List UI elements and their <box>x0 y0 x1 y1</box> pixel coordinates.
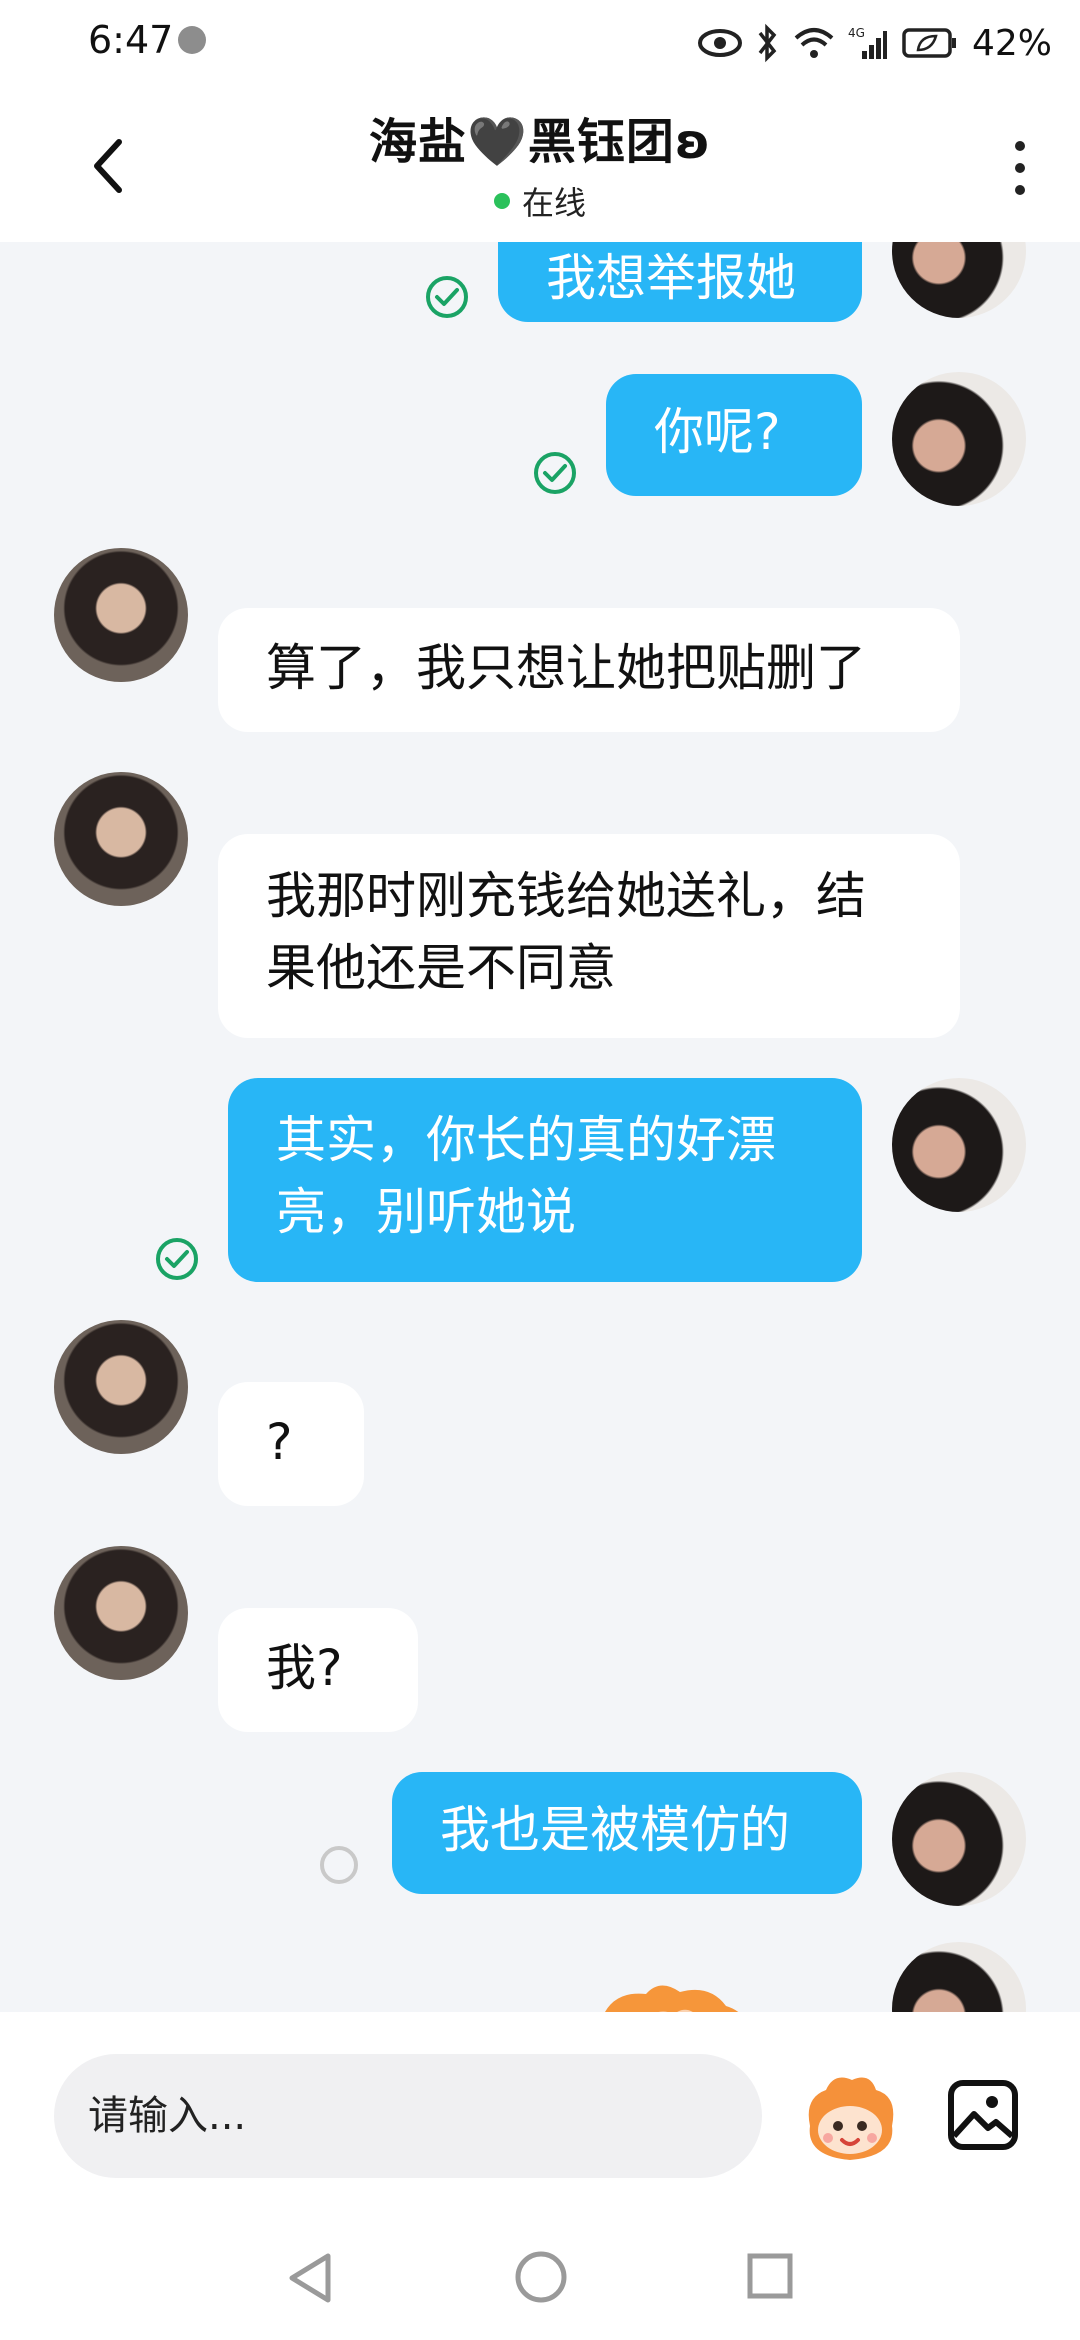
message-bubble-incoming[interactable]: ? <box>218 1382 364 1506</box>
message-text: 我也是被模仿的 <box>440 1801 790 1859</box>
eye-icon <box>697 29 742 57</box>
wifi-icon <box>794 28 834 58</box>
status-icons: 4G 42% <box>697 20 1052 66</box>
emoji-sticker-icon[interactable] <box>800 2068 900 2168</box>
battery-percent: 42% <box>971 22 1052 64</box>
network-type: 4G <box>848 26 865 40</box>
battery-icon <box>902 28 956 58</box>
back-arrow-icon <box>94 139 122 193</box>
message-bubble-incoming[interactable]: 我? <box>218 1608 418 1732</box>
message-text: 我? <box>266 1639 343 1697</box>
message-text: 其实，你长的真的好漂 <box>276 1111 776 1169</box>
nav-back-icon[interactable] <box>286 2252 334 2304</box>
more-options-button[interactable] <box>1000 128 1040 208</box>
contact-avatar[interactable] <box>54 1320 188 1454</box>
image-icon[interactable] <box>946 2078 1020 2152</box>
online-dot-icon <box>493 193 510 209</box>
message-text: 算了，我只想让她把贴删了 <box>266 639 866 697</box>
more-vert-dot <box>1015 163 1025 173</box>
message-bubble-incoming[interactable]: 算了，我只想让她把贴删了 <box>218 608 960 732</box>
message-input-bar <box>0 2012 1080 2212</box>
system-nav-bar <box>0 2212 1080 2340</box>
contact-avatar[interactable] <box>54 772 188 906</box>
message-text: ? <box>266 1413 293 1471</box>
signal-icon: 4G <box>848 26 887 59</box>
my-avatar[interactable] <box>892 1942 1026 2012</box>
check-circle-icon <box>426 276 468 318</box>
my-avatar[interactable] <box>892 1772 1026 1906</box>
check-circle-icon <box>156 1238 198 1280</box>
message-bubble-outgoing[interactable]: 我也是被模仿的 <box>392 1772 862 1894</box>
online-status: 在线 <box>200 178 880 224</box>
message-text: 亮，别听她说 <box>276 1183 576 1241</box>
my-avatar[interactable] <box>892 1078 1026 1212</box>
message-list[interactable]: 我想举报她 你呢? 算了，我只想让她把贴删了 我那时刚充钱给她送礼，结 果他还是… <box>0 242 1080 2012</box>
message-bubble-outgoing[interactable]: 其实，你长的真的好漂 亮，别听她说 <box>228 1078 862 1282</box>
message-text: 果他还是不同意 <box>266 939 616 997</box>
online-status-label: 在线 <box>521 184 586 222</box>
more-vert-icon <box>1015 141 1025 151</box>
message-bubble-outgoing[interactable]: 你呢? <box>606 374 862 496</box>
contact-avatar[interactable] <box>54 1546 188 1680</box>
message-text: 我想举报她 <box>546 249 796 307</box>
sticker-icon[interactable] <box>600 1984 750 2012</box>
message-text: 你呢? <box>654 403 781 461</box>
my-avatar[interactable] <box>892 372 1026 506</box>
contact-name: 海盐🖤黑钰团ʚ <box>369 114 711 170</box>
contact-avatar[interactable] <box>54 548 188 682</box>
voice-indicator-icon <box>178 26 206 54</box>
nav-recent-icon[interactable] <box>746 2252 794 2300</box>
message-input[interactable] <box>54 2054 762 2178</box>
message-bubble-incoming[interactable]: 我那时刚充钱给她送礼，结 果他还是不同意 <box>218 834 960 1038</box>
pending-circle-icon <box>320 1846 358 1884</box>
message-text: 我那时刚充钱给她送礼，结 <box>266 867 866 925</box>
more-vert-dot <box>1015 185 1025 195</box>
status-bar: 6:47 4G 42% <box>0 0 1080 86</box>
check-circle-icon <box>534 452 576 494</box>
my-avatar[interactable] <box>892 242 1026 318</box>
nav-home-icon[interactable] <box>514 2250 568 2304</box>
message-bubble-outgoing[interactable]: 我想举报她 <box>498 242 862 322</box>
title-area: 海盐🖤黑钰团ʚ 在线 <box>200 102 880 224</box>
status-time: 6:47 <box>88 18 174 62</box>
chat-header: 海盐🖤黑钰团ʚ 在线 <box>0 86 1080 242</box>
bluetooth-icon <box>758 23 777 63</box>
back-button[interactable] <box>72 126 142 206</box>
